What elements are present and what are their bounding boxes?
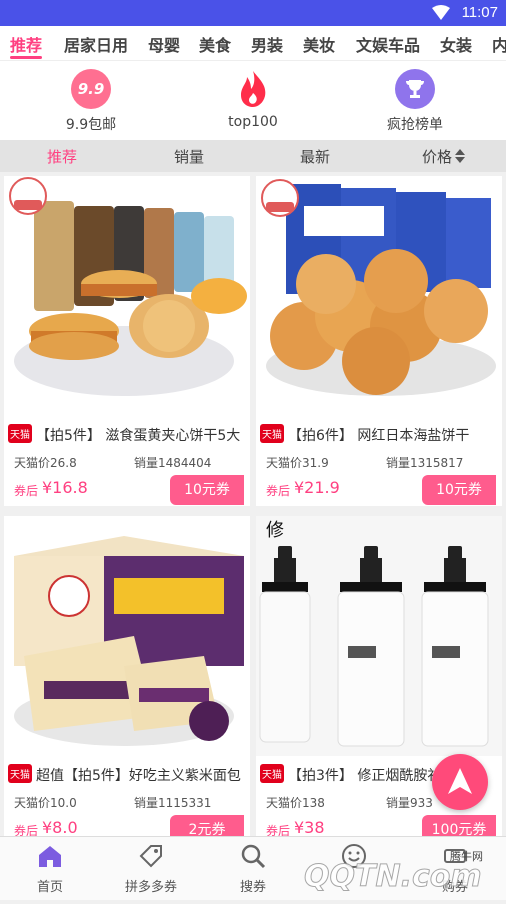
coin-99-icon: 9.9 [71, 69, 111, 109]
flame-icon [233, 69, 273, 109]
after-coupon-label: 券后 [14, 484, 39, 498]
sea-salt-biscuits-image [256, 176, 502, 416]
coin-99-badge: 9.9 [77, 80, 105, 98]
product-title-text: 【拍3件】 修正烟酰胺补 [288, 768, 442, 784]
tmall-badge: 天猫 [260, 424, 284, 443]
sales-count: 销量933 [386, 796, 433, 810]
sort-bar: 推荐 销量 最新 价格 [0, 140, 506, 172]
tag-icon [139, 845, 162, 868]
coupon-button[interactable]: 10元券 [422, 475, 496, 505]
tab-search-coupons[interactable]: 搜券 [203, 843, 303, 895]
category-tab-womenswear[interactable]: 女装 [440, 32, 472, 56]
trophy-icon [395, 69, 435, 109]
tmall-badge: 天猫 [8, 764, 32, 783]
quick-link-label: top100 [228, 114, 278, 130]
tmall-badge: 天猫 [260, 764, 284, 783]
home-icon [39, 846, 61, 867]
product-card[interactable]: 天猫 超值【拍5件】好吃主义紫米面包 天猫价10.0 销量1115331 券后 ¥… [4, 516, 250, 836]
clock: 11:07 [461, 4, 498, 21]
category-tabs: 推荐 居家日用 母婴 美食 男装 美妆 文娱车品 女装 内 [0, 26, 506, 60]
tab-home[interactable]: 首页 [0, 843, 100, 895]
coupon-button[interactable]: 2元券 [170, 815, 244, 836]
quick-links: 9.9 9.9包邮 top100 疯抢榜单 [0, 60, 506, 140]
tmall-price: 天猫价31.9 [266, 456, 329, 470]
scroll-top-button[interactable] [432, 754, 488, 810]
product-title-text: 【拍6件】 网红日本海盐饼干 [288, 428, 470, 444]
active-tab-indicator [10, 56, 42, 59]
tmall-price: 天猫价26.8 [14, 456, 77, 470]
after-coupon-label: 券后 [266, 484, 291, 498]
tab-label: 拼多多券 [124, 880, 177, 895]
coupon-button[interactable]: 10元券 [170, 475, 244, 505]
sort-recommend[interactable]: 推荐 [47, 146, 77, 167]
category-tab-household[interactable]: 居家日用 [64, 32, 128, 56]
product-title: 天猫 超值【拍5件】好吃主义紫米面包 [8, 764, 248, 786]
tmall-price: 天猫价10.0 [14, 796, 77, 810]
tmall-badge: 天猫 [8, 424, 32, 443]
product-title: 天猫 【拍6件】 网红日本海盐饼干 [260, 424, 500, 446]
product-title-text: 超值【拍5件】好吃主义紫米面包 [36, 768, 241, 784]
watermark-sub: 腾牛网 [450, 849, 483, 863]
purple-rice-bread-image [4, 516, 250, 756]
category-tab-beauty[interactable]: 美妆 [303, 32, 335, 56]
serum-bottles-image: 修 [256, 516, 502, 756]
coupon-button[interactable]: 100元券 [422, 815, 496, 836]
sort-price[interactable]: 价格 [422, 146, 466, 167]
category-tab-entertainment-car[interactable]: 文娱车品 [356, 32, 420, 56]
svg-text:修: 修 [266, 520, 284, 541]
product-card[interactable]: 天猫 【拍5件】 滋食蛋黄夹心饼干5大 天猫价26.8 销量1484404 券后 … [4, 176, 250, 506]
product-title-text: 【拍5件】 滋食蛋黄夹心饼干5大 [36, 428, 241, 444]
arrow-up-icon [448, 768, 472, 794]
tab-label: 首页 [36, 880, 63, 895]
quick-link-99[interactable]: 9.9 9.9包邮 [41, 69, 141, 134]
watermark-logo: QQTN.com 腾牛网 [300, 840, 506, 900]
sort-arrows-icon [454, 149, 466, 163]
after-coupon-label: 券后 [266, 824, 291, 836]
sales-count: 销量1115331 [134, 796, 212, 810]
status-bar: 11:07 [0, 0, 506, 26]
sort-newest[interactable]: 最新 [300, 146, 330, 167]
sandwich-biscuits-image [4, 176, 250, 416]
watermark-text: QQTN.com [304, 859, 482, 894]
search-icon [241, 844, 266, 869]
product-price: ¥8.0 [42, 818, 78, 836]
category-tab-more[interactable]: 内 [492, 32, 506, 56]
sort-sales[interactable]: 销量 [174, 146, 204, 167]
sales-count: 销量1484404 [134, 456, 212, 470]
quick-link-ranking[interactable]: 疯抢榜单 [365, 69, 465, 134]
category-tab-menswear[interactable]: 男装 [251, 32, 283, 56]
quick-link-label: 疯抢榜单 [387, 117, 443, 133]
tab-pdd-coupons[interactable]: 拼多多券 [101, 843, 201, 895]
category-tab-baby[interactable]: 母婴 [148, 32, 180, 56]
tab-label: 搜券 [239, 880, 266, 895]
quick-link-label: 9.9包邮 [65, 117, 117, 133]
sales-count: 销量1315817 [386, 456, 464, 470]
category-tab-food[interactable]: 美食 [199, 32, 231, 56]
quick-link-top100[interactable]: top100 [203, 69, 303, 130]
product-card[interactable]: 天猫 【拍6件】 网红日本海盐饼干 天猫价31.9 销量1315817 券后 ¥2… [256, 176, 502, 506]
sort-price-label: 价格 [422, 148, 453, 166]
tmall-price: 天猫价138 [266, 796, 325, 810]
product-title: 天猫 【拍5件】 滋食蛋黄夹心饼干5大 [8, 424, 248, 446]
category-tab-recommend[interactable]: 推荐 [10, 32, 42, 56]
product-price: ¥21.9 [294, 478, 340, 497]
wifi-icon [432, 5, 450, 20]
after-coupon-label: 券后 [14, 824, 39, 836]
product-price: ¥16.8 [42, 478, 88, 497]
product-price: ¥38 [294, 818, 325, 836]
